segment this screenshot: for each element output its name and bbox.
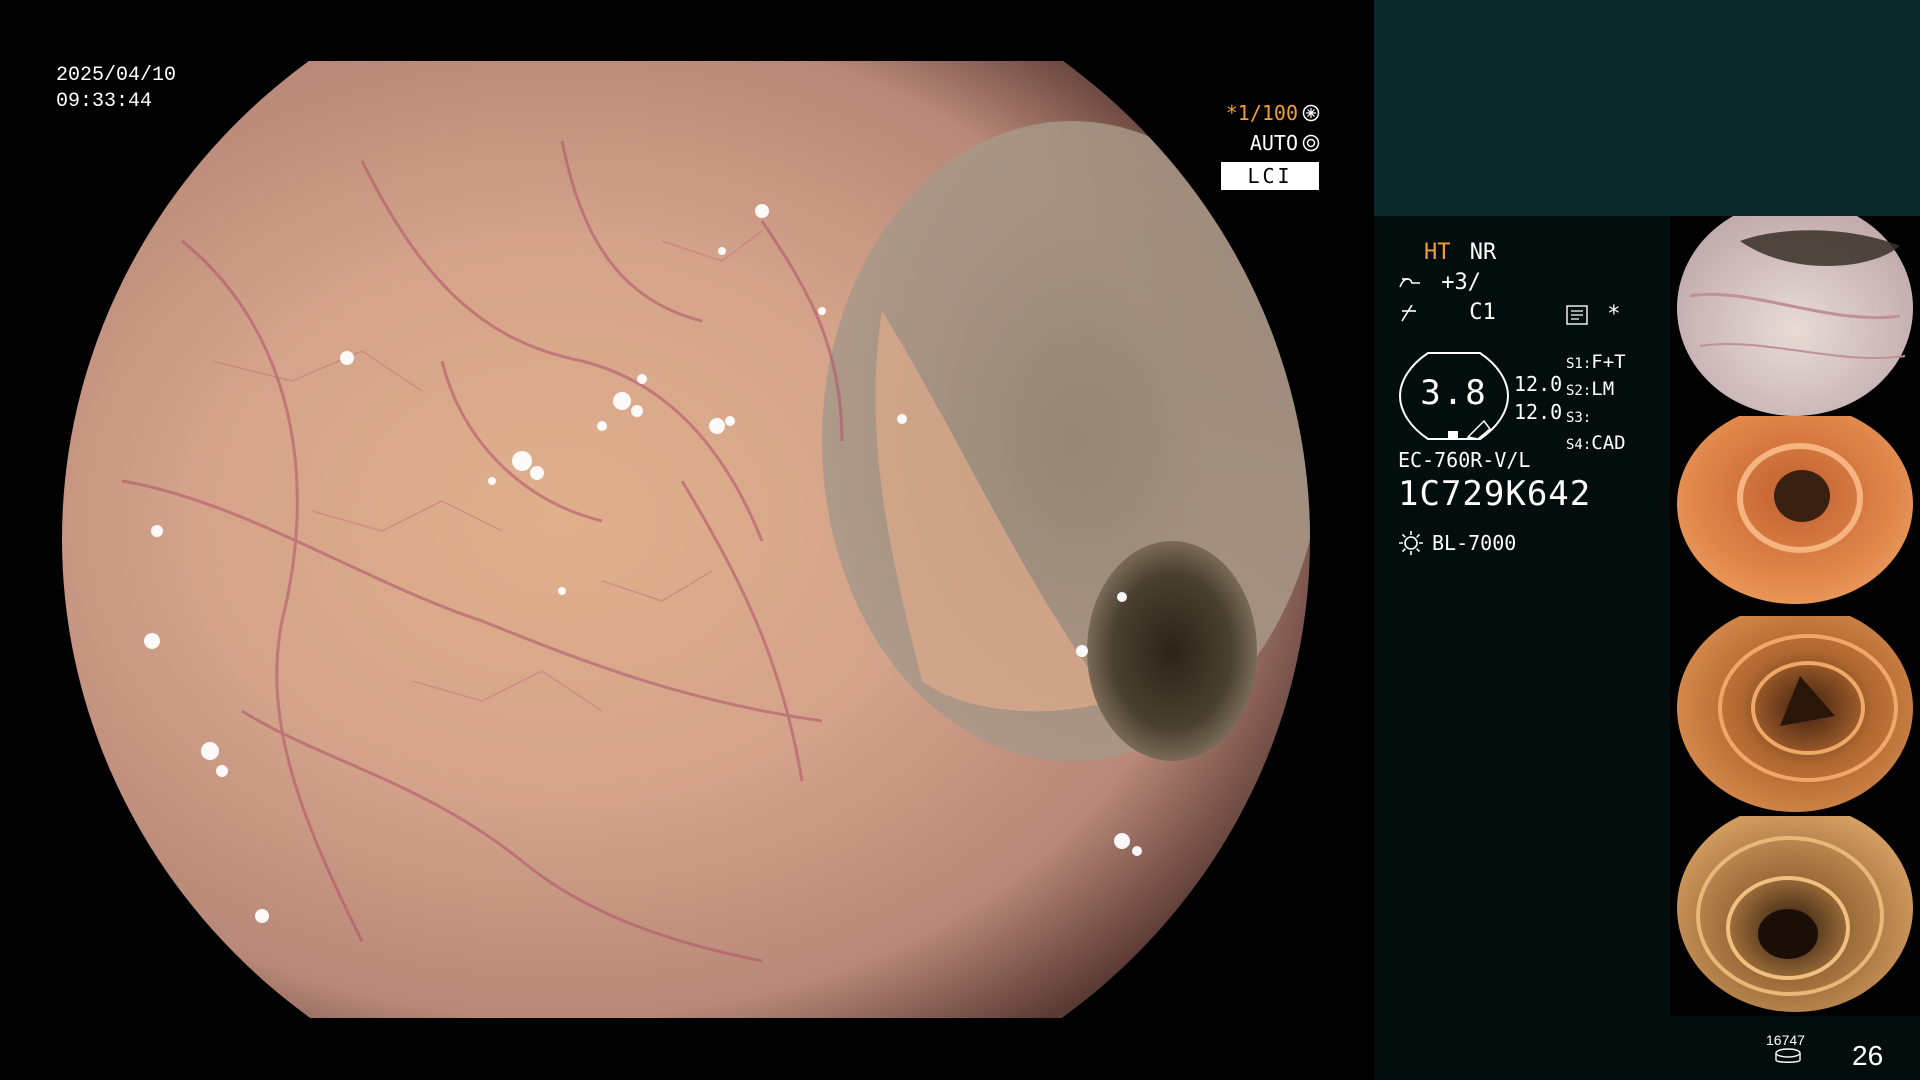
image-count: 16747 xyxy=(1766,1032,1805,1048)
scope-serial: 1C729K642 xyxy=(1398,474,1592,514)
s2-value: LM xyxy=(1591,378,1615,400)
switch-s3: S3: xyxy=(1566,404,1626,431)
s4-label: S4: xyxy=(1566,437,1592,453)
level-value-2: 12.0 xyxy=(1514,400,1563,424)
light-source-name: BL-7000 xyxy=(1432,531,1517,555)
s1-label: S1: xyxy=(1566,356,1592,372)
star-mark: * xyxy=(1607,302,1621,327)
panel-header xyxy=(1374,0,1920,216)
enhance-curve-icon xyxy=(1399,278,1420,288)
thumbnail-2[interactable] xyxy=(1670,416,1920,616)
shutter-row: *1/100 xyxy=(1226,98,1320,128)
memo-line: * xyxy=(1566,302,1621,327)
thumbnail-image xyxy=(1670,416,1920,616)
thumbnail-image xyxy=(1670,216,1920,416)
level-value-1: 12.0 xyxy=(1514,372,1563,396)
s2-label: S2: xyxy=(1566,383,1592,399)
thumbnail-3[interactable] xyxy=(1670,616,1920,816)
exposure-mode: AUTO xyxy=(1249,131,1298,155)
lci-badge: LCI xyxy=(1221,162,1319,190)
mucosa-image xyxy=(62,61,1310,1018)
ht-nr-line: HT NR xyxy=(1398,240,1496,265)
capture-thumbnails xyxy=(1670,216,1920,1016)
iris-icon xyxy=(1302,134,1320,152)
auto-row: AUTO xyxy=(1226,128,1320,158)
sun-icon xyxy=(1399,531,1423,555)
nr-label: NR xyxy=(1469,240,1497,265)
thumbnail-image xyxy=(1670,616,1920,816)
exposure-info: *1/100 AUTO xyxy=(1226,98,1320,158)
info-panel: HT NR +3/ C1 * 3.8 12.0 12.0 S1:F+T S2:L… xyxy=(1374,0,1920,1080)
shutter-speed: *1/100 xyxy=(1225,101,1298,125)
disk-icon xyxy=(1775,1048,1801,1063)
s3-label: S3: xyxy=(1566,410,1592,426)
enhance-line: +3/ xyxy=(1398,270,1481,295)
time-text: 09:33:44 xyxy=(56,90,153,113)
color-line: C1 xyxy=(1398,300,1496,325)
switch-s4: S4:CAD xyxy=(1566,431,1626,458)
s1-value: F+T xyxy=(1591,351,1626,373)
s4-value: CAD xyxy=(1591,432,1626,454)
thumbnail-4[interactable] xyxy=(1670,816,1920,1016)
memo-icon xyxy=(1566,305,1588,325)
level-values: 12.0 12.0 xyxy=(1514,370,1562,426)
switch-assignments: S1:F+T S2:LM S3: S4:CAD xyxy=(1566,350,1626,458)
endoscope-image xyxy=(62,61,1310,1018)
light-source: BL-7000 xyxy=(1398,530,1516,556)
switch-s2: S2:LM xyxy=(1566,377,1626,404)
endoscope-view: 2025/04/10 09:33:44 *1/100 AUTO LCI xyxy=(0,0,1372,1080)
date-text: 2025/04/10 xyxy=(56,64,177,87)
frame-counter: 26 xyxy=(1852,1040,1884,1071)
color-curve-icon xyxy=(1401,304,1416,322)
switch-s1: S1:F+T xyxy=(1566,350,1626,377)
thumbnail-image xyxy=(1670,816,1920,1016)
scope-model: EC-760R-V/L xyxy=(1398,448,1531,472)
timestamp: 2025/04/10 09:33:44 xyxy=(56,63,176,115)
ht-label: HT xyxy=(1424,240,1451,265)
gauge-value: 3.8 xyxy=(1420,373,1488,413)
thumbnail-1[interactable] xyxy=(1670,216,1920,416)
aperture-icon xyxy=(1302,104,1320,122)
color-value: C1 xyxy=(1469,300,1496,325)
enhance-value: +3/ xyxy=(1441,270,1481,295)
